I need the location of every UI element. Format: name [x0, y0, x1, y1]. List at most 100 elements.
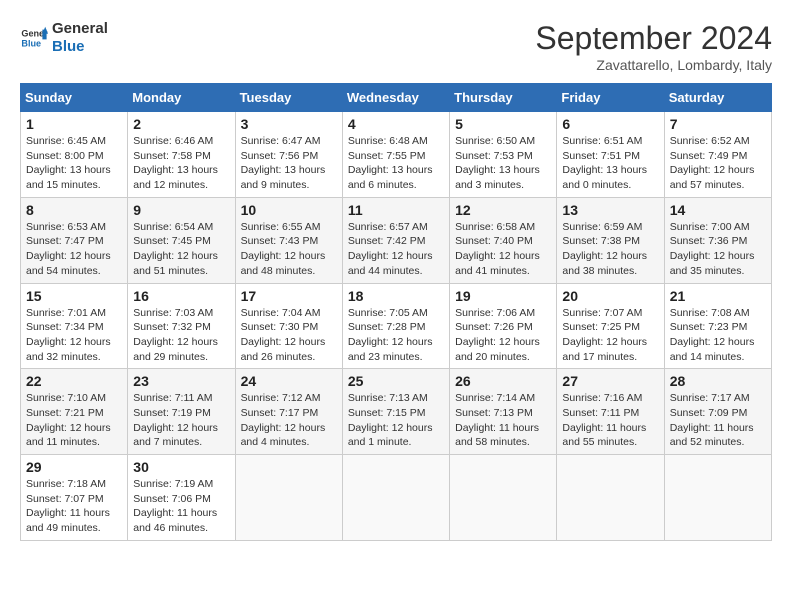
- calendar-table: SundayMondayTuesdayWednesdayThursdayFrid…: [20, 83, 772, 541]
- day-number: 20: [562, 288, 658, 304]
- day-info: Sunrise: 7:13 AMSunset: 7:15 PMDaylight:…: [348, 391, 444, 450]
- calendar-cell: 15 Sunrise: 7:01 AMSunset: 7:34 PMDaylig…: [21, 283, 128, 369]
- day-info: Sunrise: 7:12 AMSunset: 7:17 PMDaylight:…: [241, 391, 337, 450]
- day-number: 9: [133, 202, 229, 218]
- day-number: 5: [455, 116, 551, 132]
- weekday-header-row: SundayMondayTuesdayWednesdayThursdayFrid…: [21, 84, 772, 112]
- day-number: 8: [26, 202, 122, 218]
- day-info: Sunrise: 7:17 AMSunset: 7:09 PMDaylight:…: [670, 391, 766, 450]
- calendar-cell: 26 Sunrise: 7:14 AMSunset: 7:13 PMDaylig…: [450, 369, 557, 455]
- day-info: Sunrise: 6:45 AMSunset: 8:00 PMDaylight:…: [26, 134, 122, 193]
- calendar-cell: 8 Sunrise: 6:53 AMSunset: 7:47 PMDayligh…: [21, 197, 128, 283]
- day-info: Sunrise: 7:03 AMSunset: 7:32 PMDaylight:…: [133, 306, 229, 365]
- weekday-header-friday: Friday: [557, 84, 664, 112]
- calendar-cell: 18 Sunrise: 7:05 AMSunset: 7:28 PMDaylig…: [342, 283, 449, 369]
- day-number: 21: [670, 288, 766, 304]
- weekday-header-wednesday: Wednesday: [342, 84, 449, 112]
- weekday-header-saturday: Saturday: [664, 84, 771, 112]
- logo: General Blue General Blue: [20, 20, 108, 56]
- day-info: Sunrise: 7:10 AMSunset: 7:21 PMDaylight:…: [26, 391, 122, 450]
- day-info: Sunrise: 7:04 AMSunset: 7:30 PMDaylight:…: [241, 306, 337, 365]
- day-number: 11: [348, 202, 444, 218]
- calendar-cell: 6 Sunrise: 6:51 AMSunset: 7:51 PMDayligh…: [557, 112, 664, 198]
- weekday-header-thursday: Thursday: [450, 84, 557, 112]
- day-number: 2: [133, 116, 229, 132]
- day-info: Sunrise: 7:16 AMSunset: 7:11 PMDaylight:…: [562, 391, 658, 450]
- day-number: 25: [348, 373, 444, 389]
- calendar-cell: 3 Sunrise: 6:47 AMSunset: 7:56 PMDayligh…: [235, 112, 342, 198]
- calendar-cell: 27 Sunrise: 7:16 AMSunset: 7:11 PMDaylig…: [557, 369, 664, 455]
- calendar-week-1: 1 Sunrise: 6:45 AMSunset: 8:00 PMDayligh…: [21, 112, 772, 198]
- day-info: Sunrise: 7:14 AMSunset: 7:13 PMDaylight:…: [455, 391, 551, 450]
- day-number: 27: [562, 373, 658, 389]
- calendar-cell: [664, 455, 771, 541]
- day-info: Sunrise: 7:08 AMSunset: 7:23 PMDaylight:…: [670, 306, 766, 365]
- calendar-body: 1 Sunrise: 6:45 AMSunset: 8:00 PMDayligh…: [21, 112, 772, 541]
- calendar-cell: 25 Sunrise: 7:13 AMSunset: 7:15 PMDaylig…: [342, 369, 449, 455]
- day-info: Sunrise: 7:19 AMSunset: 7:06 PMDaylight:…: [133, 477, 229, 536]
- day-info: Sunrise: 6:51 AMSunset: 7:51 PMDaylight:…: [562, 134, 658, 193]
- calendar-cell: 24 Sunrise: 7:12 AMSunset: 7:17 PMDaylig…: [235, 369, 342, 455]
- calendar-cell: 2 Sunrise: 6:46 AMSunset: 7:58 PMDayligh…: [128, 112, 235, 198]
- weekday-header-tuesday: Tuesday: [235, 84, 342, 112]
- day-number: 3: [241, 116, 337, 132]
- calendar-cell: 16 Sunrise: 7:03 AMSunset: 7:32 PMDaylig…: [128, 283, 235, 369]
- calendar-cell: 22 Sunrise: 7:10 AMSunset: 7:21 PMDaylig…: [21, 369, 128, 455]
- day-number: 19: [455, 288, 551, 304]
- day-info: Sunrise: 6:54 AMSunset: 7:45 PMDaylight:…: [133, 220, 229, 279]
- calendar-cell: 17 Sunrise: 7:04 AMSunset: 7:30 PMDaylig…: [235, 283, 342, 369]
- day-info: Sunrise: 7:11 AMSunset: 7:19 PMDaylight:…: [133, 391, 229, 450]
- day-number: 29: [26, 459, 122, 475]
- day-number: 1: [26, 116, 122, 132]
- day-number: 30: [133, 459, 229, 475]
- location-subtitle: Zavattarello, Lombardy, Italy: [535, 57, 772, 73]
- calendar-cell: 5 Sunrise: 6:50 AMSunset: 7:53 PMDayligh…: [450, 112, 557, 198]
- day-info: Sunrise: 6:55 AMSunset: 7:43 PMDaylight:…: [241, 220, 337, 279]
- day-info: Sunrise: 6:53 AMSunset: 7:47 PMDaylight:…: [26, 220, 122, 279]
- day-info: Sunrise: 6:52 AMSunset: 7:49 PMDaylight:…: [670, 134, 766, 193]
- day-number: 13: [562, 202, 658, 218]
- day-info: Sunrise: 6:47 AMSunset: 7:56 PMDaylight:…: [241, 134, 337, 193]
- day-number: 17: [241, 288, 337, 304]
- logo-icon: General Blue: [20, 24, 48, 52]
- day-number: 26: [455, 373, 551, 389]
- day-number: 7: [670, 116, 766, 132]
- calendar-cell: 28 Sunrise: 7:17 AMSunset: 7:09 PMDaylig…: [664, 369, 771, 455]
- day-number: 28: [670, 373, 766, 389]
- day-info: Sunrise: 7:01 AMSunset: 7:34 PMDaylight:…: [26, 306, 122, 365]
- calendar-cell: 7 Sunrise: 6:52 AMSunset: 7:49 PMDayligh…: [664, 112, 771, 198]
- calendar-cell: [450, 455, 557, 541]
- calendar-cell: 9 Sunrise: 6:54 AMSunset: 7:45 PMDayligh…: [128, 197, 235, 283]
- day-number: 6: [562, 116, 658, 132]
- calendar-cell: 21 Sunrise: 7:08 AMSunset: 7:23 PMDaylig…: [664, 283, 771, 369]
- day-info: Sunrise: 7:06 AMSunset: 7:26 PMDaylight:…: [455, 306, 551, 365]
- calendar-week-4: 22 Sunrise: 7:10 AMSunset: 7:21 PMDaylig…: [21, 369, 772, 455]
- calendar-week-2: 8 Sunrise: 6:53 AMSunset: 7:47 PMDayligh…: [21, 197, 772, 283]
- day-number: 18: [348, 288, 444, 304]
- header: General Blue General Blue September 2024…: [20, 20, 772, 73]
- month-title: September 2024: [535, 20, 772, 57]
- day-number: 24: [241, 373, 337, 389]
- calendar-header: SundayMondayTuesdayWednesdayThursdayFrid…: [21, 84, 772, 112]
- day-number: 10: [241, 202, 337, 218]
- day-info: Sunrise: 6:48 AMSunset: 7:55 PMDaylight:…: [348, 134, 444, 193]
- day-info: Sunrise: 6:46 AMSunset: 7:58 PMDaylight:…: [133, 134, 229, 193]
- calendar-cell: 11 Sunrise: 6:57 AMSunset: 7:42 PMDaylig…: [342, 197, 449, 283]
- logo-blue: Blue: [52, 38, 108, 56]
- calendar-cell: 20 Sunrise: 7:07 AMSunset: 7:25 PMDaylig…: [557, 283, 664, 369]
- calendar-cell: 29 Sunrise: 7:18 AMSunset: 7:07 PMDaylig…: [21, 455, 128, 541]
- day-number: 4: [348, 116, 444, 132]
- day-number: 23: [133, 373, 229, 389]
- calendar-cell: 4 Sunrise: 6:48 AMSunset: 7:55 PMDayligh…: [342, 112, 449, 198]
- day-info: Sunrise: 6:57 AMSunset: 7:42 PMDaylight:…: [348, 220, 444, 279]
- weekday-header-sunday: Sunday: [21, 84, 128, 112]
- day-number: 16: [133, 288, 229, 304]
- day-info: Sunrise: 7:05 AMSunset: 7:28 PMDaylight:…: [348, 306, 444, 365]
- calendar-cell: 10 Sunrise: 6:55 AMSunset: 7:43 PMDaylig…: [235, 197, 342, 283]
- calendar-cell: 12 Sunrise: 6:58 AMSunset: 7:40 PMDaylig…: [450, 197, 557, 283]
- day-info: Sunrise: 6:58 AMSunset: 7:40 PMDaylight:…: [455, 220, 551, 279]
- day-number: 15: [26, 288, 122, 304]
- calendar-cell: 23 Sunrise: 7:11 AMSunset: 7:19 PMDaylig…: [128, 369, 235, 455]
- calendar-week-3: 15 Sunrise: 7:01 AMSunset: 7:34 PMDaylig…: [21, 283, 772, 369]
- calendar-cell: [342, 455, 449, 541]
